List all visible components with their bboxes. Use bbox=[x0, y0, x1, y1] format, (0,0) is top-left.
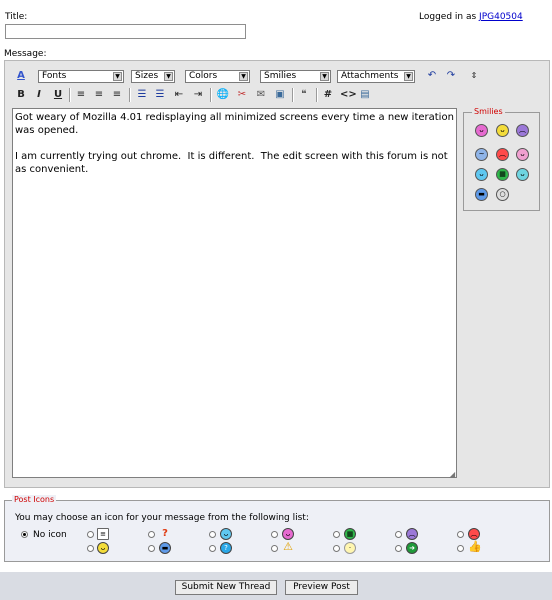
html-code-button[interactable]: <> bbox=[340, 88, 357, 102]
indent-icon[interactable]: ⇥ bbox=[191, 88, 205, 102]
mad-icon[interactable]: ︵ bbox=[496, 148, 509, 161]
post-icons-instruction: You may choose an icon for your message … bbox=[15, 513, 309, 523]
post-frown-icon: ︵ bbox=[406, 528, 418, 540]
post-icon-radio[interactable] bbox=[87, 531, 94, 538]
undo-icon[interactable]: ↶ bbox=[425, 69, 439, 83]
colors-dropdown[interactable]: Colors ▼ bbox=[185, 70, 250, 83]
grin-icon[interactable]: ᴗ bbox=[496, 124, 509, 137]
eek-icon[interactable]: ○ bbox=[496, 188, 509, 201]
form-footer: Submit New Thread Preview Post bbox=[0, 572, 552, 600]
post-question-icon: ? bbox=[162, 528, 168, 539]
cool-icon[interactable]: ▬ bbox=[475, 188, 488, 201]
unordered-list-icon[interactable]: ☰ bbox=[153, 88, 167, 102]
align-center-icon[interactable]: ≡ bbox=[92, 88, 106, 102]
post-icon-radio[interactable] bbox=[395, 545, 402, 552]
remove-link-icon[interactable]: ✂ bbox=[235, 88, 249, 102]
post-icon-radio[interactable] bbox=[333, 531, 340, 538]
post-icon-radio[interactable] bbox=[457, 545, 464, 552]
align-right-icon[interactable]: ≡ bbox=[110, 88, 124, 102]
message-textarea[interactable]: Got weary of Mozilla 4.01 redisplaying a… bbox=[12, 108, 457, 478]
insert-link-icon[interactable]: 🌐 bbox=[216, 88, 230, 102]
smilies-dropdown[interactable]: Smilies ▼ bbox=[260, 70, 331, 83]
title-input[interactable] bbox=[5, 24, 246, 39]
frown-icon[interactable]: ︵ bbox=[516, 124, 529, 137]
toolbar-divider bbox=[129, 88, 131, 102]
insert-email-icon[interactable]: ✉ bbox=[254, 88, 268, 102]
post-icons-panel: Post Icons You may choose an icon for yo… bbox=[4, 495, 550, 562]
post-icon-radio[interactable] bbox=[457, 531, 464, 538]
outdent-icon[interactable]: ⇤ bbox=[172, 88, 186, 102]
no-icon-radio[interactable] bbox=[21, 531, 28, 538]
toolbar-divider bbox=[210, 88, 212, 102]
post-icon-radio[interactable] bbox=[148, 545, 155, 552]
remove-format-icon[interactable]: A bbox=[14, 69, 28, 83]
resize-toggle-icon[interactable]: ⇕ bbox=[467, 69, 481, 83]
post-document-icon: ≡ bbox=[97, 528, 109, 540]
wink-icon[interactable]: ᴗ bbox=[475, 168, 488, 181]
no-icon-label: No icon bbox=[33, 530, 67, 540]
smilies-panel-title: Smilies bbox=[472, 107, 505, 116]
fonts-dropdown[interactable]: Fonts ▼ bbox=[38, 70, 124, 83]
logged-in-info: Logged in as JPG40504 bbox=[419, 12, 523, 22]
post-biggrin-icon: ▦ bbox=[344, 528, 356, 540]
post-arrow-icon: ➜ bbox=[406, 542, 418, 554]
post-wink-icon: ᴗ bbox=[220, 528, 232, 540]
post-help-icon: ? bbox=[220, 542, 232, 554]
align-left-icon[interactable]: ≡ bbox=[74, 88, 88, 102]
post-warning-icon: ⚠ bbox=[283, 540, 293, 553]
post-smile-icon: ᴗ bbox=[282, 528, 294, 540]
post-icon-radio[interactable] bbox=[209, 531, 216, 538]
code-hash-button[interactable]: # bbox=[321, 88, 335, 102]
post-cool-icon: ▬ bbox=[159, 542, 171, 554]
ordered-list-icon[interactable]: ☰ bbox=[135, 88, 149, 102]
title-label: Title: bbox=[5, 12, 28, 22]
resize-grip-icon[interactable]: ◢ bbox=[449, 470, 455, 479]
post-icon-radio[interactable] bbox=[395, 531, 402, 538]
attachments-dropdown[interactable]: Attachments ▼ bbox=[337, 70, 415, 83]
insert-image-icon[interactable]: ▣ bbox=[273, 88, 287, 102]
message-label: Message: bbox=[4, 49, 47, 59]
post-icon-radio[interactable] bbox=[333, 545, 340, 552]
sizes-dropdown[interactable]: Sizes ▼ bbox=[131, 70, 175, 83]
post-icon-radio[interactable] bbox=[87, 545, 94, 552]
quote-icon[interactable]: ❝ bbox=[297, 88, 311, 102]
post-thumbsup-icon: 👍 bbox=[468, 540, 482, 553]
post-icon-radio[interactable] bbox=[148, 531, 155, 538]
rolleyes-icon[interactable]: ᴗ bbox=[516, 168, 529, 181]
submit-thread-button[interactable]: Submit New Thread bbox=[175, 580, 277, 595]
smilies-panel: Smilies ᴗ ᴗ ︵ ~ ︵ ᴗ ᴗ ▦ ᴗ ▬ ○ bbox=[463, 107, 540, 211]
underline-button[interactable]: U bbox=[51, 88, 65, 102]
post-icon-radio[interactable] bbox=[271, 531, 278, 538]
toolbar-divider bbox=[292, 88, 294, 102]
logged-in-text: Logged in as bbox=[419, 12, 477, 22]
post-lightbulb-icon: · bbox=[344, 542, 356, 554]
post-icon-radio[interactable] bbox=[271, 545, 278, 552]
italic-button[interactable]: I bbox=[32, 88, 46, 102]
smile-icon[interactable]: ᴗ bbox=[475, 124, 488, 137]
toolbar-divider bbox=[316, 88, 318, 102]
username-link[interactable]: JPG40504 bbox=[479, 12, 523, 22]
post-icons-title: Post Icons bbox=[12, 495, 57, 504]
post-mad-icon: ︵ bbox=[468, 528, 480, 540]
tongue-icon[interactable]: ᴗ bbox=[516, 148, 529, 161]
post-icon-radio[interactable] bbox=[209, 545, 216, 552]
post-grin-icon: ᴗ bbox=[97, 542, 109, 554]
php-code-icon[interactable]: ▤ bbox=[358, 88, 372, 102]
preview-post-button[interactable]: Preview Post bbox=[285, 580, 358, 595]
redo-icon[interactable]: ↷ bbox=[444, 69, 458, 83]
toolbar-divider bbox=[69, 88, 71, 102]
biggrin-icon[interactable]: ▦ bbox=[496, 168, 509, 181]
bold-button[interactable]: B bbox=[14, 88, 28, 102]
confused-icon[interactable]: ~ bbox=[475, 148, 488, 161]
